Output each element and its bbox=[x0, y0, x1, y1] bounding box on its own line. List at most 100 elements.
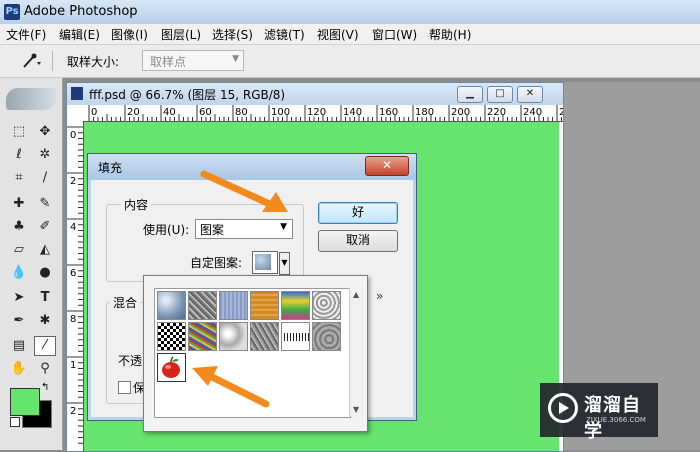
ruler-h-label: 40 bbox=[163, 107, 176, 118]
pattern-bubbles[interactable] bbox=[157, 291, 186, 320]
document-title-bar[interactable]: fff.psd @ 66.7% (图层 15, RGB/8) ▁ □ ✕ bbox=[67, 83, 563, 106]
content-group-label: 内容 bbox=[121, 196, 152, 213]
ruler-h-label: 0 bbox=[91, 107, 97, 118]
ruler-v-label: 4 bbox=[70, 222, 76, 233]
lasso-tool-icon[interactable]: ℓ bbox=[8, 145, 30, 165]
title-bar: Ps Adobe Photoshop bbox=[0, 0, 700, 25]
menu-window[interactable]: 窗口(W) bbox=[372, 26, 417, 43]
watermark: 溜溜自学 ZIXUE.3066.COM bbox=[540, 383, 658, 442]
separator bbox=[52, 51, 53, 71]
popup-menu-icon[interactable]: » bbox=[376, 289, 383, 303]
vertical-ruler: 0 2 4 6 8 1 2 bbox=[67, 121, 84, 451]
pattern-clouds[interactable] bbox=[219, 322, 248, 351]
pattern-granite[interactable] bbox=[250, 322, 279, 351]
blur-tool-icon[interactable]: 💧 bbox=[8, 263, 30, 283]
ruler-h-label: 20 bbox=[127, 107, 140, 118]
blend-group-label: 混合 bbox=[110, 294, 141, 311]
dodge-tool-icon[interactable]: ● bbox=[34, 263, 56, 283]
menu-bar: 文件(F) 编辑(E) 图像(I) 图层(L) 选择(S) 滤镜(T) 视图(V… bbox=[0, 24, 700, 45]
pattern-stone[interactable] bbox=[312, 322, 341, 351]
pattern-marble[interactable] bbox=[312, 291, 341, 320]
eyedropper-icon[interactable] bbox=[20, 52, 42, 70]
close-button[interactable]: ✕ bbox=[517, 86, 543, 103]
chevron-down-icon: ▼ bbox=[232, 54, 239, 64]
pen-tool-icon[interactable]: ✒ bbox=[8, 311, 30, 331]
move-tool-icon[interactable]: ✥ bbox=[34, 122, 56, 142]
pattern-colorful-noise[interactable] bbox=[188, 322, 217, 351]
menu-image[interactable]: 图像(I) bbox=[111, 26, 148, 43]
toolbox: ⬚ ✥ ℓ ✲ ⌗ ∕ ✚ ✎ ♣ ✐ ▱ ◭ 💧 ● ➤ T ✒ ✱ ▤ ⁄ … bbox=[0, 78, 63, 450]
arrow-icon bbox=[192, 366, 270, 408]
slice-tool-icon[interactable]: ∕ bbox=[34, 168, 56, 188]
watermark-url: ZIXUE.3066.COM bbox=[586, 416, 646, 424]
ruler-v-label: 2 bbox=[70, 406, 76, 417]
menu-file[interactable]: 文件(F) bbox=[6, 26, 46, 43]
notes-tool-icon[interactable]: ▤ bbox=[8, 336, 30, 356]
custom-pattern-picker[interactable]: ▼ bbox=[252, 251, 290, 275]
pattern-checker[interactable] bbox=[157, 322, 186, 351]
foreground-color-swatch[interactable] bbox=[10, 388, 40, 416]
menu-help[interactable]: 帮助(H) bbox=[429, 26, 471, 43]
ok-button[interactable]: 好 bbox=[318, 202, 398, 224]
brush-tool-icon[interactable]: ✎ bbox=[34, 194, 56, 214]
ruler-v-label: 0 bbox=[70, 130, 76, 141]
ruler-v-label: 8 bbox=[70, 314, 76, 325]
menu-view[interactable]: 视图(V) bbox=[317, 26, 359, 43]
swap-colors-icon[interactable]: ↰ bbox=[41, 382, 49, 393]
custom-pattern-label: 自定图案: bbox=[190, 256, 243, 270]
healing-brush-tool-icon[interactable]: ✚ bbox=[8, 194, 30, 214]
history-brush-tool-icon[interactable]: ✐ bbox=[34, 217, 56, 237]
scroll-down-icon[interactable]: ▼ bbox=[353, 405, 359, 414]
stamp-tool-icon[interactable]: ♣ bbox=[8, 217, 30, 237]
pattern-blue-texture[interactable] bbox=[219, 291, 248, 320]
eraser-tool-icon[interactable]: ▱ bbox=[8, 240, 30, 260]
dialog-title: 填充 bbox=[98, 161, 123, 175]
apple-icon bbox=[162, 356, 180, 378]
menu-edit[interactable]: 编辑(E) bbox=[59, 26, 100, 43]
ruler-h-label: 80 bbox=[235, 107, 248, 118]
pattern-zigzag[interactable] bbox=[281, 322, 310, 351]
cancel-button[interactable]: 取消 bbox=[318, 230, 398, 252]
eyedropper-tool-icon[interactable]: ⁄ bbox=[34, 336, 56, 356]
photoshop-logo-icon: Ps bbox=[4, 4, 20, 20]
crop-tool-icon[interactable]: ⌗ bbox=[8, 168, 30, 188]
use-select[interactable]: 图案 ▼ bbox=[195, 219, 293, 239]
magic-wand-tool-icon[interactable]: ✲ bbox=[34, 145, 56, 165]
preserve-checkbox[interactable] bbox=[118, 381, 131, 394]
ruler-corner bbox=[67, 105, 84, 122]
default-colors-icon[interactable] bbox=[10, 417, 20, 427]
menu-layer[interactable]: 图层(L) bbox=[161, 26, 201, 43]
zoom-tool-icon[interactable]: ⚲ bbox=[34, 359, 56, 379]
chevron-down-icon[interactable]: ▼ bbox=[279, 252, 290, 275]
hand-tool-icon[interactable]: ✋ bbox=[8, 359, 30, 379]
menu-filter[interactable]: 滤镜(T) bbox=[264, 26, 305, 43]
pattern-scrollbar[interactable]: ▲ ▼ bbox=[349, 288, 364, 416]
paint-bucket-tool-icon[interactable]: ◭ bbox=[34, 240, 56, 260]
dialog-close-button[interactable]: ✕ bbox=[365, 156, 409, 176]
arrow-icon bbox=[200, 170, 288, 212]
pattern-apple[interactable] bbox=[157, 353, 186, 382]
document-title: fff.psd @ 66.7% (图层 15, RGB/8) bbox=[89, 88, 286, 102]
opacity-label: 不透 bbox=[118, 354, 143, 368]
pattern-swatch bbox=[255, 254, 271, 270]
type-tool-icon[interactable]: T bbox=[34, 288, 56, 308]
ruler-h-label: 260 bbox=[559, 107, 563, 118]
minimize-button[interactable]: ▁ bbox=[457, 86, 483, 103]
marquee-tool-icon[interactable]: ⬚ bbox=[8, 122, 30, 142]
document-icon bbox=[71, 87, 83, 100]
use-value: 图案 bbox=[200, 223, 225, 237]
pattern-rainbow[interactable] bbox=[281, 291, 310, 320]
feather-logo-icon bbox=[6, 88, 56, 110]
options-bar: 取样大小: 取样点 ▼ bbox=[0, 45, 700, 78]
path-select-tool-icon[interactable]: ➤ bbox=[8, 288, 30, 308]
pattern-orange-fabric[interactable] bbox=[250, 291, 279, 320]
sample-size-value: 取样点 bbox=[150, 55, 187, 69]
menu-select[interactable]: 选择(S) bbox=[212, 26, 253, 43]
custom-shape-tool-icon[interactable]: ✱ bbox=[34, 311, 56, 331]
horizontal-ruler: 020406080100120140160180200220240260 bbox=[83, 105, 563, 122]
scroll-up-icon[interactable]: ▲ bbox=[353, 290, 359, 299]
pattern-noise[interactable] bbox=[188, 291, 217, 320]
sample-size-select[interactable]: 取样点 ▼ bbox=[142, 50, 244, 71]
ruler-v-label: 6 bbox=[70, 268, 76, 279]
maximize-button[interactable]: □ bbox=[487, 86, 513, 103]
